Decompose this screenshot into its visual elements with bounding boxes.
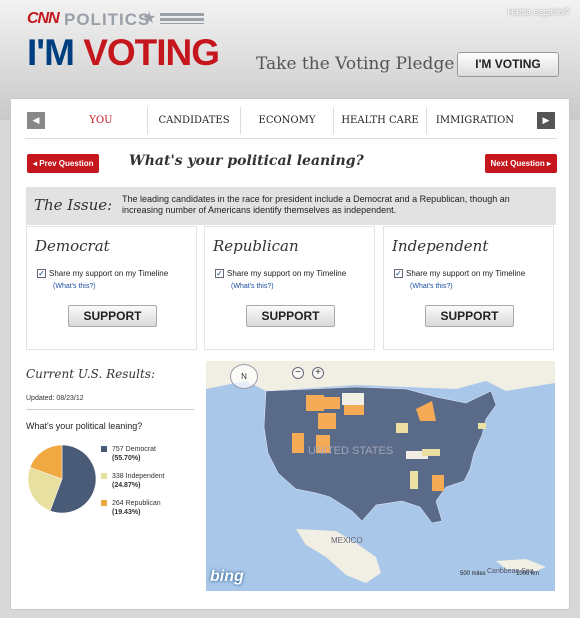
- map-compass-control[interactable]: N: [230, 364, 258, 389]
- legend-republican: 264 Republican (19.43%): [101, 499, 161, 517]
- state-republican: [324, 397, 340, 409]
- issue-text: The leading candidates in the race for p…: [122, 194, 510, 215]
- star-icon: ★: [142, 10, 157, 27]
- flag-stripes-icon: [160, 13, 204, 24]
- legend-swatch: [101, 446, 107, 452]
- party-name: Republican: [213, 237, 299, 255]
- tab-you[interactable]: YOU: [55, 102, 147, 139]
- party-name: Independent: [392, 237, 489, 255]
- share-label: Share my support on my Timeline: [49, 269, 169, 278]
- state-republican: [432, 475, 444, 491]
- scale-km: 1000 km: [516, 571, 540, 577]
- state-republican: [318, 413, 336, 429]
- support-republican-button[interactable]: SUPPORT: [246, 305, 335, 327]
- share-checkbox[interactable]: ✓: [394, 269, 403, 278]
- tab-health-care[interactable]: HEALTH CARE: [334, 102, 426, 139]
- nav-prev-arrow-icon[interactable]: ◀: [27, 112, 45, 129]
- map-label-mexico: MEXICO: [331, 536, 363, 545]
- results-question: What's your political leaning?: [26, 421, 143, 431]
- legend-swatch: [101, 473, 107, 479]
- map-canvas: UNITED STATES MEXICO: [206, 361, 555, 591]
- legend-label: 757 Democrat: [112, 446, 156, 453]
- party-name: Democrat: [35, 237, 110, 255]
- results-title: Current U.S. Results:: [26, 367, 155, 381]
- spanish-link[interactable]: Habla español?: [507, 7, 570, 17]
- party-card-republican: Republican ✓ Share my support on my Time…: [204, 226, 375, 350]
- us-results-map[interactable]: UNITED STATES MEXICO N − + bing Caribbea…: [206, 361, 555, 591]
- updated-date: Updated: 08/23/12: [26, 395, 84, 402]
- state-republican: [292, 433, 304, 453]
- results-pie-chart: [27, 444, 97, 514]
- legend-label: 338 Independent: [112, 473, 165, 480]
- legend-pct: (24.87%): [112, 482, 141, 489]
- legend-label: 264 Republican: [112, 500, 161, 507]
- share-checkbox[interactable]: ✓: [215, 269, 224, 278]
- tab-economy[interactable]: ECONOMY: [241, 102, 333, 139]
- im-voting-title: I'M VOTING: [27, 32, 220, 74]
- state-republican: [306, 395, 324, 411]
- share-label: Share my support on my Timeline: [406, 269, 526, 278]
- results-panel: Current U.S. Results: Updated: 08/23/12 …: [26, 361, 196, 596]
- im-voting-button[interactable]: I'M VOTING: [457, 52, 559, 77]
- party-card-independent: Independent ✓ Share my support on my Tim…: [383, 226, 554, 350]
- divider: [26, 409, 194, 410]
- zoom-in-icon[interactable]: +: [312, 367, 324, 379]
- state-independent: [478, 423, 486, 429]
- pledge-text: Take the Voting Pledge: [256, 54, 455, 74]
- prev-question-button[interactable]: ◂ Prev Question: [27, 154, 100, 173]
- legend-democrat: 757 Democrat (55.70%): [101, 445, 156, 463]
- share-label: Share my support on my Timeline: [227, 269, 347, 278]
- politics-logo: POLITICS: [64, 10, 151, 29]
- support-independent-button[interactable]: SUPPORT: [425, 305, 514, 327]
- title-im: I'M: [27, 32, 84, 73]
- whats-this-link[interactable]: (What's this?): [53, 283, 96, 290]
- question-title: What's your political leaning?: [129, 153, 364, 169]
- whats-this-link[interactable]: (What's this?): [231, 283, 274, 290]
- state-nodata: [342, 393, 364, 405]
- support-democrat-button[interactable]: SUPPORT: [68, 305, 157, 327]
- compass-north-icon: N: [241, 372, 247, 381]
- next-question-button[interactable]: Next Question ▸: [484, 154, 557, 173]
- scale-miles: 500 miles: [460, 571, 486, 577]
- party-card-democrat: Democrat ✓ Share my support on my Timeli…: [26, 226, 197, 350]
- legend-swatch: [101, 500, 107, 506]
- state-independent: [410, 471, 418, 489]
- legend-pct: (55.70%): [112, 455, 141, 462]
- bing-logo: bing: [210, 568, 244, 585]
- whats-this-link[interactable]: (What's this?): [410, 283, 453, 290]
- title-voting: VOTING: [83, 32, 220, 73]
- issue-box: The Issue: The leading candidates in the…: [26, 187, 556, 225]
- main-panel: ◀ YOU CANDIDATES ECONOMY HEALTH CARE IMM…: [10, 98, 570, 610]
- state-republican: [344, 405, 364, 415]
- zoom-out-icon[interactable]: −: [292, 367, 304, 379]
- legend-pct: (19.43%): [112, 509, 141, 516]
- map-label-us: UNITED STATES: [308, 445, 393, 457]
- question-row: ◂ Prev Question What's your political le…: [25, 151, 557, 175]
- tab-candidates[interactable]: CANDIDATES: [148, 102, 240, 139]
- tab-immigration[interactable]: IMMIGRATION: [427, 102, 523, 139]
- share-checkbox[interactable]: ✓: [37, 269, 46, 278]
- state-independent: [396, 423, 408, 433]
- issue-label: The Issue:: [34, 196, 113, 214]
- nav-next-arrow-icon[interactable]: ▶: [537, 112, 555, 129]
- legend-independent: 338 Independent (24.87%): [101, 472, 165, 490]
- state-independent: [422, 449, 440, 456]
- category-nav: ◀ YOU CANDIDATES ECONOMY HEALTH CARE IMM…: [25, 102, 557, 139]
- cnn-logo[interactable]: CNN: [27, 10, 60, 28]
